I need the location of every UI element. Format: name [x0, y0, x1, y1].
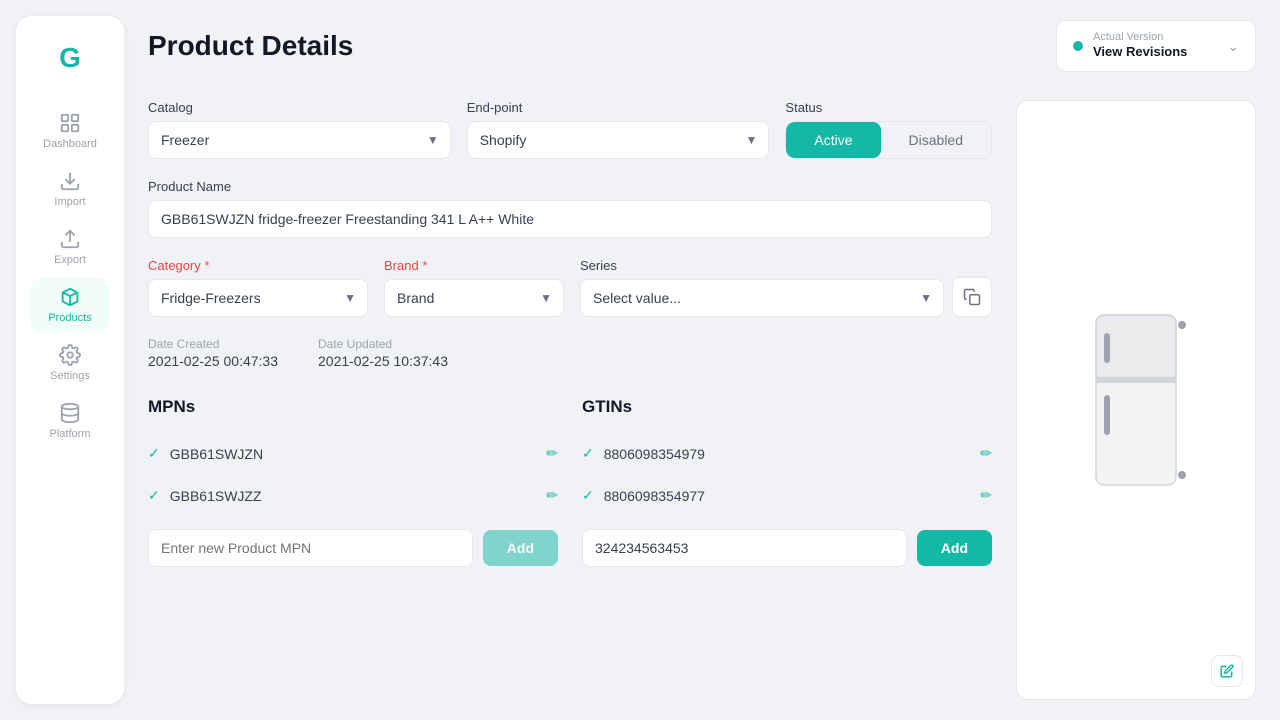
gtin-add-row: Add [582, 529, 992, 567]
catalog-group: Catalog FreezerRefrigeratorWashing Machi… [148, 100, 451, 159]
sidebar: G Dashboard Import Export Products [16, 16, 124, 704]
status-disabled-button[interactable]: Disabled [881, 122, 991, 158]
gtin-list-item-1: ✓ 8806098354977 ✏ [582, 475, 992, 517]
gtin-edit-button-1[interactable]: ✏ [980, 487, 992, 504]
endpoint-select-wrapper: ShopifyWooCommerceMagento ▼ [467, 121, 770, 159]
app-logo: G [48, 36, 92, 80]
product-name-label: Product Name [148, 179, 992, 194]
status-active-button[interactable]: Active [786, 122, 880, 158]
brand-label: Brand * [384, 258, 564, 273]
catalog-select-wrapper: FreezerRefrigeratorWashing Machine ▼ [148, 121, 451, 159]
catalog-select[interactable]: FreezerRefrigeratorWashing Machine [148, 121, 451, 159]
status-group: Status Active Disabled [785, 100, 992, 159]
brand-group: Brand * BrandLGSamsungBosch ▼ [384, 258, 564, 317]
gtin-add-input[interactable] [582, 529, 907, 567]
mpn-edit-button-1[interactable]: ✏ [546, 487, 558, 504]
gtin-list-item-0: ✓ 8806098354979 ✏ [582, 433, 992, 475]
date-updated-label: Date Updated [318, 337, 448, 351]
sidebar-label-import: Import [54, 196, 85, 208]
category-select[interactable]: Fridge-FreezersChest FreezersUpright Fre… [148, 279, 368, 317]
sidebar-label-platform: Platform [50, 428, 91, 440]
version-text-block: Actual Version View Revisions [1093, 31, 1217, 61]
date-created-item: Date Created 2021-02-25 00:47:33 [148, 337, 278, 369]
mpn-list-item-0: ✓ GBB61SWJZN ✏ [148, 433, 558, 475]
series-select-group: Series Select value... ▼ [580, 258, 944, 317]
mpn-add-input[interactable] [148, 529, 473, 567]
sidebar-item-import[interactable]: Import [30, 162, 110, 216]
version-value: View Revisions [1093, 44, 1187, 59]
version-label: Actual Version [1093, 31, 1217, 43]
catalog-label: Catalog [148, 100, 451, 115]
endpoint-select[interactable]: ShopifyWooCommerceMagento [467, 121, 770, 159]
series-copy-button[interactable] [952, 277, 992, 317]
mpn-list-item-1: ✓ GBB61SWJZZ ✏ [148, 475, 558, 517]
series-select[interactable]: Select value... [580, 279, 944, 317]
mpn-section-title: MPNs [148, 397, 558, 417]
product-image-panel [1016, 100, 1256, 700]
endpoint-label: End-point [467, 100, 770, 115]
product-name-row: Product Name [148, 179, 992, 238]
mpn-add-row: Add [148, 529, 558, 567]
sidebar-label-dashboard: Dashboard [43, 138, 97, 150]
sidebar-item-dashboard[interactable]: Dashboard [30, 104, 110, 158]
product-name-group: Product Name [148, 179, 992, 238]
gtin-section-title: GTINs [582, 397, 992, 417]
gtin-edit-button-0[interactable]: ✏ [980, 445, 992, 462]
gtin-value-0: 8806098354979 [604, 446, 971, 462]
product-name-input[interactable] [148, 200, 992, 238]
gtin-check-icon-1: ✓ [582, 487, 594, 504]
content-area: Catalog FreezerRefrigeratorWashing Machi… [148, 100, 1256, 700]
brand-select-wrapper: BrandLGSamsungBosch ▼ [384, 279, 564, 317]
chevron-down-icon: ⌄ [1227, 38, 1239, 55]
mpn-edit-button-0[interactable]: ✏ [546, 445, 558, 462]
sidebar-item-settings[interactable]: Settings [30, 336, 110, 390]
endpoint-group: End-point ShopifyWooCommerceMagento ▼ [467, 100, 770, 159]
product-image-edit-button[interactable] [1211, 655, 1243, 687]
mpn-value-1: GBB61SWJZZ [170, 488, 537, 504]
mpn-add-button[interactable]: Add [483, 530, 558, 566]
sidebar-item-products[interactable]: Products [30, 278, 110, 332]
category-brand-series-row: Category * Fridge-FreezersChest Freezers… [148, 258, 992, 317]
sidebar-item-platform[interactable]: Platform [30, 394, 110, 448]
series-select-wrapper: Select value... ▼ [580, 279, 944, 317]
date-updated-value: 2021-02-25 10:37:43 [318, 353, 448, 369]
status-label: Status [785, 100, 992, 115]
series-group: Series Select value... ▼ [580, 258, 992, 317]
date-created-label: Date Created [148, 337, 278, 351]
page-title: Product Details [148, 30, 353, 62]
main-content: Product Details Actual Version View Revi… [124, 0, 1280, 720]
page-header: Product Details Actual Version View Revi… [148, 20, 1256, 72]
version-status-dot [1073, 41, 1083, 51]
gtin-add-button[interactable]: Add [917, 530, 992, 566]
dates-row: Date Created 2021-02-25 00:47:33 Date Up… [148, 337, 992, 369]
sidebar-label-settings: Settings [50, 370, 90, 382]
sidebar-label-export: Export [54, 254, 86, 266]
series-label: Series [580, 258, 944, 273]
mpn-section: MPNs ✓ GBB61SWJZN ✏ ✓ GBB61SWJZZ ✏ Add [148, 397, 558, 567]
mpn-gtin-row: MPNs ✓ GBB61SWJZN ✏ ✓ GBB61SWJZZ ✏ Add [148, 397, 992, 567]
gtin-value-1: 8806098354977 [604, 488, 971, 504]
mpn-value-0: GBB61SWJZN [170, 446, 537, 462]
category-select-wrapper: Fridge-FreezersChest FreezersUpright Fre… [148, 279, 368, 317]
sidebar-label-products: Products [48, 312, 91, 324]
status-toggle: Active Disabled [785, 121, 992, 159]
date-created-value: 2021-02-25 00:47:33 [148, 353, 278, 369]
mpn-check-icon-0: ✓ [148, 445, 160, 462]
catalog-endpoint-row: Catalog FreezerRefrigeratorWashing Machi… [148, 100, 992, 159]
sidebar-item-export[interactable]: Export [30, 220, 110, 274]
form-area: Catalog FreezerRefrigeratorWashing Machi… [148, 100, 992, 700]
category-group: Category * Fridge-FreezersChest Freezers… [148, 258, 368, 317]
category-label: Category * [148, 258, 368, 273]
gtin-section: GTINs ✓ 8806098354979 ✏ ✓ 8806098354977 … [582, 397, 992, 567]
gtin-check-icon-0: ✓ [582, 445, 594, 462]
date-updated-item: Date Updated 2021-02-25 10:37:43 [318, 337, 448, 369]
product-image [1076, 305, 1196, 495]
version-dropdown[interactable]: Actual Version View Revisions ⌄ [1056, 20, 1256, 72]
mpn-check-icon-1: ✓ [148, 487, 160, 504]
brand-select[interactable]: BrandLGSamsungBosch [384, 279, 564, 317]
